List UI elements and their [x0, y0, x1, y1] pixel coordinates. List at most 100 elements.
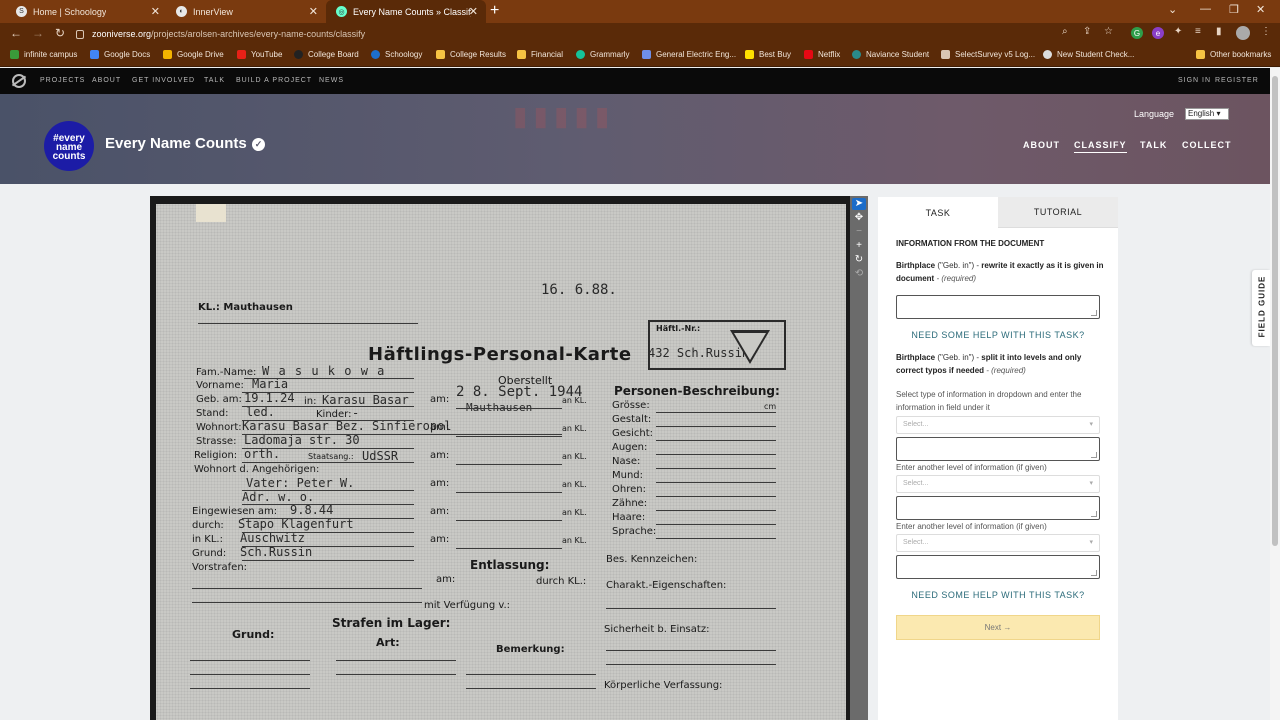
- reload-icon[interactable]: ↻: [55, 26, 65, 40]
- bookmark-item[interactable]: General Electric Eng...: [642, 50, 736, 59]
- bookmark-item[interactable]: Google Drive: [163, 50, 224, 59]
- subject-viewer[interactable]: KL.: Mauthausen 16. 6.88. Häftl.-Nr.: 43…: [150, 196, 850, 720]
- project-nav-classify[interactable]: CLASSIFY: [1074, 140, 1127, 153]
- zoom-in-icon[interactable]: +: [852, 240, 866, 252]
- scrollbar-thumb[interactable]: [1272, 76, 1278, 546]
- bookmark-item[interactable]: YouTube: [237, 50, 282, 59]
- another-level-label: Enter another level of information (if g…: [896, 522, 1047, 531]
- bookmark-star-icon[interactable]: ☆: [1104, 26, 1113, 37]
- zoom-search-icon[interactable]: ⌕: [1062, 26, 1068, 37]
- register-link[interactable]: REGISTER: [1215, 77, 1259, 84]
- bookmark-item[interactable]: Grammarly: [576, 50, 630, 59]
- zooniverse-logo-icon[interactable]: [12, 74, 26, 88]
- verified-check-icon: ✓: [252, 138, 265, 151]
- browser-tab-zooniverse[interactable]: ◎ Every Name Counts » Classify — ✕: [326, 0, 486, 23]
- bookmark-item[interactable]: Google Docs: [90, 50, 150, 59]
- other-bookmarks[interactable]: Other bookmarks: [1196, 50, 1271, 59]
- field-guide-tab[interactable]: FIELD GUIDE: [1252, 270, 1270, 346]
- tab-tutorial[interactable]: TUTORIAL: [998, 197, 1118, 228]
- reading-list-icon[interactable]: ≡: [1195, 26, 1201, 37]
- bookmark-item[interactable]: Netflix: [804, 50, 840, 59]
- project-logo[interactable]: #every name counts: [44, 121, 94, 171]
- level-type-select[interactable]: Select... ▾: [896, 416, 1100, 434]
- lock-icon: [76, 29, 84, 39]
- nav-get-involved[interactable]: GET INVOLVED: [132, 77, 195, 84]
- close-tab-icon[interactable]: ✕: [151, 5, 160, 18]
- close-tab-icon[interactable]: ✕: [469, 5, 478, 18]
- sign-in-link[interactable]: SIGN IN: [1178, 77, 1211, 84]
- menu-kebab-icon[interactable]: ⋮: [1261, 26, 1271, 37]
- next-button[interactable]: Next →: [896, 615, 1100, 640]
- nav-projects[interactable]: PROJECTS: [40, 77, 85, 84]
- level-type-select[interactable]: Select... ▾: [896, 475, 1100, 493]
- back-icon[interactable]: ←: [10, 26, 22, 40]
- bookmark-item[interactable]: New Student Check...: [1043, 50, 1134, 59]
- chevron-down-icon: ▾: [1089, 539, 1093, 546]
- select-hint: Select type of information in dropdown a…: [896, 390, 1082, 412]
- project-nav-talk[interactable]: TALK: [1140, 140, 1167, 150]
- bookmark-item[interactable]: Naviance Student: [852, 50, 929, 59]
- tab-search-icon[interactable]: ⌄: [1168, 3, 1177, 16]
- address-bar: ← → ↻ zooniverse.org /projects/arolsen-a…: [0, 23, 1280, 45]
- level-type-select[interactable]: Select... ▾: [896, 534, 1100, 552]
- nav-build-a-project[interactable]: BUILD A PROJECT: [236, 77, 312, 84]
- bookmarks-bar: infinite campus Google Docs Google Drive…: [0, 45, 1280, 67]
- project-nav-about[interactable]: ABOUT: [1023, 140, 1060, 150]
- pan-icon[interactable]: ✥: [852, 212, 866, 224]
- language-select[interactable]: English ▾: [1185, 108, 1229, 120]
- level-value-input[interactable]: [896, 496, 1100, 520]
- close-window-icon[interactable]: ✕: [1256, 3, 1265, 16]
- page-scrollbar[interactable]: [1270, 68, 1280, 720]
- grammarly-extension-icon[interactable]: G: [1131, 27, 1143, 39]
- reset-icon[interactable]: ⟲: [852, 268, 866, 280]
- bookmark-item[interactable]: infinite campus: [10, 50, 77, 59]
- document-image: KL.: Mauthausen 16. 6.88. Häftl.-Nr.: 43…: [156, 204, 846, 720]
- card-heading: Häftlings-Personal-Karte: [368, 344, 632, 365]
- bookmark-item[interactable]: SelectSurvey v5 Log...: [941, 50, 1035, 59]
- new-tab-icon[interactable]: +: [490, 2, 499, 20]
- minimize-icon[interactable]: —: [1200, 3, 1211, 15]
- share-icon[interactable]: ⇪: [1083, 26, 1091, 37]
- pointer-icon[interactable]: ➤: [852, 198, 866, 210]
- browser-tab-innerview[interactable]: ◐ InnerView ✕: [166, 0, 326, 23]
- side-panel-icon[interactable]: ▮: [1216, 26, 1222, 37]
- nav-talk[interactable]: TALK: [204, 77, 225, 84]
- header-background-decoration: ▮▮▮▮▮: [510, 96, 613, 136]
- site-nav: PROJECTS ABOUT GET INVOLVED TALK BUILD A…: [0, 68, 1270, 94]
- url-field[interactable]: zooniverse.org /projects/arolsen-archive…: [76, 26, 1086, 42]
- help-link[interactable]: NEED SOME HELP WITH THIS TASK?: [896, 590, 1100, 600]
- extensions-puzzle-icon[interactable]: ✦: [1174, 26, 1182, 37]
- level-value-input[interactable]: [896, 555, 1100, 579]
- level-value-input[interactable]: [896, 437, 1100, 461]
- profile-avatar[interactable]: [1236, 26, 1250, 40]
- bookmark-item[interactable]: Best Buy: [745, 50, 791, 59]
- rotate-icon[interactable]: ↻: [852, 254, 866, 266]
- project-header: ▮▮▮▮▮ #every name counts Every Name Coun…: [0, 94, 1270, 184]
- task-panel: TASK TUTORIAL INFORMATION FROM THE DOCUM…: [878, 197, 1118, 720]
- bookmark-item[interactable]: Financial: [517, 50, 563, 59]
- schoology-icon: S: [16, 6, 27, 17]
- viewer-toolbar: ➤ ✥ − + ↻ ⟲: [850, 196, 868, 720]
- zoom-out-icon[interactable]: −: [852, 226, 866, 238]
- bookmark-item[interactable]: Schoology: [371, 50, 422, 59]
- browser-tab-schoology[interactable]: S Home | Schoology ✕: [6, 0, 168, 23]
- bookmark-item[interactable]: College Results: [436, 50, 506, 59]
- tape-mark: [196, 204, 226, 222]
- browser-tab-bar: S Home | Schoology ✕ ◐ InnerView ✕ ◎ Eve…: [0, 0, 1280, 23]
- forward-icon[interactable]: →: [32, 26, 44, 40]
- project-title[interactable]: Every Name Counts: [105, 135, 247, 152]
- help-link[interactable]: NEED SOME HELP WITH THIS TASK?: [896, 330, 1100, 340]
- nav-news[interactable]: NEWS: [319, 77, 344, 84]
- bookmark-item[interactable]: College Board: [294, 50, 359, 59]
- question-birthplace-exact: Birthplace ("Geb. in") - rewrite it exac…: [896, 261, 1104, 283]
- project-nav-collect[interactable]: COLLECT: [1182, 140, 1232, 150]
- birthplace-exact-input[interactable]: [896, 295, 1100, 319]
- zooniverse-icon: ◎: [336, 6, 347, 17]
- task-tabs: TASK TUTORIAL: [878, 197, 1118, 228]
- nav-about[interactable]: ABOUT: [92, 77, 121, 84]
- restore-icon[interactable]: ❐: [1229, 3, 1239, 16]
- close-tab-icon[interactable]: ✕: [309, 5, 318, 18]
- language-label: Language: [1134, 109, 1175, 119]
- extension-icon[interactable]: e: [1152, 27, 1164, 39]
- tab-task[interactable]: TASK: [878, 197, 998, 228]
